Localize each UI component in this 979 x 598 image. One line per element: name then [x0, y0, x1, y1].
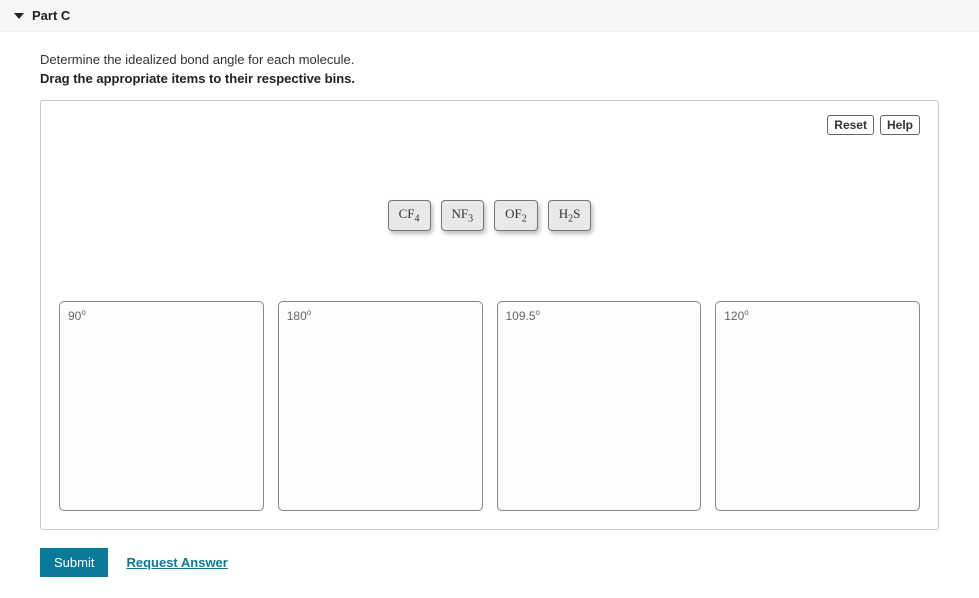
item-base: NF: [452, 206, 469, 221]
bin-90[interactable]: 90o: [59, 301, 264, 511]
instruction-text: Drag the appropriate items to their resp…: [40, 71, 939, 86]
degree-icon: o: [81, 308, 85, 317]
drag-item-of2[interactable]: OF2: [494, 200, 538, 231]
bin-label: 90o: [68, 308, 86, 323]
bin-value: 120: [724, 309, 744, 323]
drag-item-h2s[interactable]: H2S: [548, 200, 592, 231]
degree-icon: o: [307, 308, 311, 317]
caret-down-icon: [14, 13, 24, 19]
part-header[interactable]: Part C: [0, 0, 979, 32]
bin-180[interactable]: 180o: [278, 301, 483, 511]
item-base: OF: [505, 206, 522, 221]
bin-value: 90: [68, 309, 81, 323]
part-title: Part C: [32, 8, 70, 23]
bin-value: 180: [287, 309, 307, 323]
drag-item-cf4[interactable]: CF4: [388, 200, 431, 231]
bin-label: 120o: [724, 308, 748, 323]
draggable-items-row: CF4 NF3 OF2 H2S: [59, 145, 920, 301]
item-sub: 4: [415, 214, 420, 225]
bins-row: 90o 180o 109.5o 120o: [59, 301, 920, 511]
item-sub: 2: [522, 214, 527, 225]
bin-label: 180o: [287, 308, 311, 323]
item-tail: S: [573, 206, 580, 221]
bin-label: 109.5o: [506, 308, 540, 323]
bin-value: 109.5: [506, 309, 536, 323]
drag-drop-workbox: Reset Help CF4 NF3 OF2 H2S 90o: [40, 100, 939, 530]
item-base: CF: [399, 206, 415, 221]
workbox-toolbar: Reset Help: [59, 115, 920, 135]
bin-120[interactable]: 120o: [715, 301, 920, 511]
item-sub: 3: [468, 214, 473, 225]
prompt-text: Determine the idealized bond angle for e…: [40, 52, 939, 67]
degree-icon: o: [744, 308, 748, 317]
drag-item-nf3[interactable]: NF3: [441, 200, 485, 231]
request-answer-link[interactable]: Request Answer: [126, 555, 227, 570]
item-base: H: [559, 206, 568, 221]
degree-icon: o: [536, 308, 540, 317]
reset-button[interactable]: Reset: [827, 115, 874, 135]
content-area: Determine the idealized bond angle for e…: [0, 32, 979, 597]
help-button[interactable]: Help: [880, 115, 920, 135]
action-bar: Submit Request Answer: [40, 548, 939, 577]
submit-button[interactable]: Submit: [40, 548, 108, 577]
bin-109-5[interactable]: 109.5o: [497, 301, 702, 511]
